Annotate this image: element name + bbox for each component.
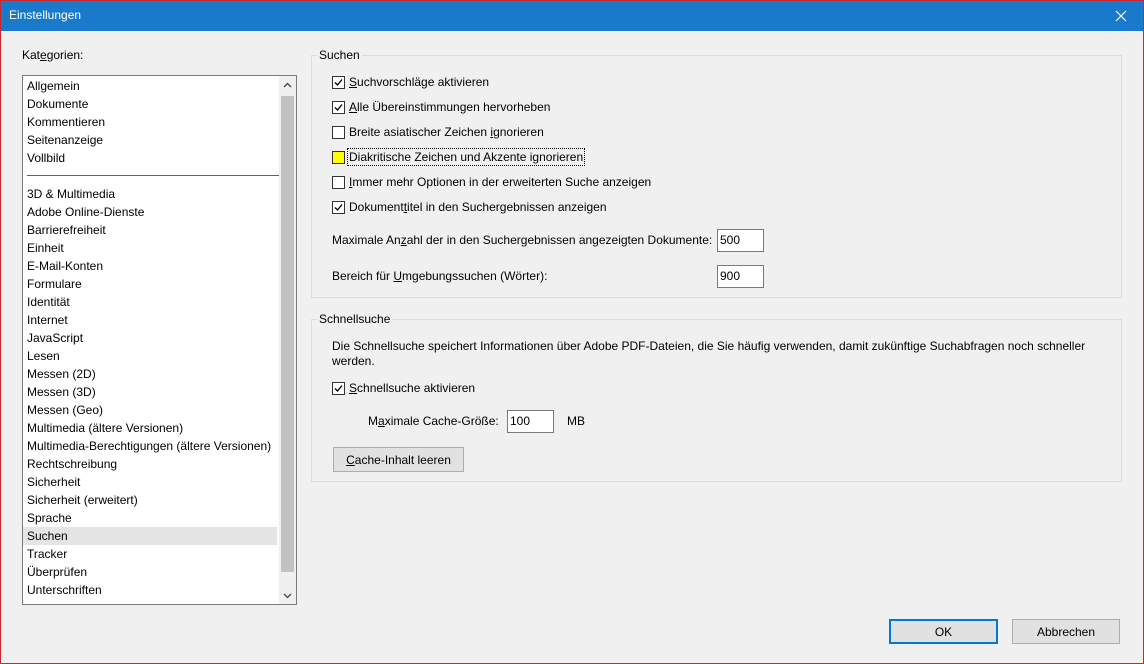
clear-cache-label: Cache-Inhalt leeren — [346, 452, 451, 467]
list-separator — [27, 175, 279, 176]
list-item[interactable]: Rechtschreibung — [27, 455, 277, 473]
checkbox-label: Dokumenttitel in den Suchergebnissen anz… — [349, 200, 607, 214]
list-scrollbar[interactable] — [279, 76, 296, 604]
list-item[interactable]: Sicherheit — [27, 473, 277, 491]
checkbox-ignore-asian-width[interactable]: Breite asiatischer Zeichen ignorieren — [332, 125, 544, 139]
scroll-thumb[interactable] — [281, 96, 294, 572]
list-item[interactable]: Einheit — [27, 239, 277, 257]
checkbox-more-options[interactable]: Immer mehr Optionen in der erweiterten S… — [332, 175, 651, 189]
list-item[interactable]: Lesen — [27, 347, 277, 365]
checkbox-box[interactable] — [332, 125, 345, 139]
list-item-selected[interactable]: Suchen — [23, 527, 277, 545]
max-docs-field[interactable]: 500 — [717, 229, 764, 252]
categories-list[interactable]: Allgemein Dokumente Kommentieren Seitena… — [22, 75, 297, 605]
cache-size-field[interactable]: 100 — [507, 410, 554, 433]
checkbox-box[interactable] — [332, 75, 345, 89]
checkbox-label: Suchvorschläge aktivieren — [349, 75, 490, 89]
clear-cache-button[interactable]: Cache-Inhalt leeren — [333, 447, 464, 472]
check-icon — [334, 384, 343, 392]
list-item[interactable]: Tracker — [27, 545, 277, 563]
list-item[interactable]: Dokumente — [27, 95, 277, 113]
ok-button[interactable]: OK — [889, 619, 998, 644]
list-item[interactable]: Kommentieren — [27, 113, 277, 131]
scroll-up-button[interactable] — [279, 76, 296, 93]
check-icon — [334, 103, 343, 111]
preferences-dialog: Einstellungen Kategorien: Allgemein Doku… — [0, 0, 1144, 664]
checkbox-ignore-diacritics[interactable]: Diakritische Zeichen und Akzente ignorie… — [332, 148, 586, 166]
list-item[interactable]: Überprüfen — [27, 563, 277, 581]
check-icon — [334, 203, 343, 211]
checkbox-show-doc-title[interactable]: Dokumenttitel in den Suchergebnissen anz… — [332, 200, 607, 214]
checkbox-search-suggestions[interactable]: Suchvorschläge aktivieren — [332, 75, 489, 89]
close-icon — [1115, 10, 1127, 22]
checkbox-box[interactable] — [332, 100, 345, 114]
checkbox-box[interactable] — [332, 150, 345, 164]
cache-size-label: Maximale Cache-Größe: — [368, 414, 499, 428]
checkbox-label: Alle Übereinstimmungen hervorheben — [349, 100, 551, 114]
list-item[interactable]: Internet — [27, 311, 277, 329]
checkbox-highlight-all[interactable]: Alle Übereinstimmungen hervorheben — [332, 100, 550, 114]
chevron-up-icon — [283, 82, 292, 87]
checkbox-box[interactable] — [332, 175, 345, 189]
title-bar: Einstellungen — [1, 1, 1143, 31]
list-item[interactable]: Sicherheit (erweitert) — [27, 491, 277, 509]
checkbox-label: Schnellsuche aktivieren — [349, 381, 476, 395]
list-item[interactable]: Messen (3D) — [27, 383, 277, 401]
checkbox-label: Immer mehr Optionen in der erweiterten S… — [349, 175, 652, 189]
list-item[interactable]: Messen (Geo) — [27, 401, 277, 419]
cancel-label: Abbrechen — [1036, 624, 1096, 639]
search-group-title: Suchen — [317, 48, 362, 62]
list-item[interactable]: E-Mail-Konten — [27, 257, 277, 275]
range-field[interactable]: 900 — [717, 265, 764, 288]
ok-label: OK — [934, 624, 953, 639]
list-item[interactable]: Multimedia-Berechtigungen (ältere Versio… — [27, 437, 277, 455]
list-item[interactable]: Messen (2D) — [27, 365, 277, 383]
quicksearch-description: Die Schnellsuche speichert Informationen… — [332, 339, 1086, 368]
chevron-down-icon — [283, 593, 292, 598]
max-docs-label: Maximale Anzahl der in den Suchergebniss… — [332, 233, 713, 247]
list-item[interactable]: 3D & Multimedia — [27, 185, 277, 203]
list-item[interactable]: Formulare — [27, 275, 277, 293]
list-item[interactable]: Multimedia (ältere Versionen) — [27, 419, 277, 437]
range-label: Bereich für Umgebungssuchen (Wörter): — [332, 269, 548, 283]
quicksearch-group-title: Schnellsuche — [317, 312, 393, 326]
list-item[interactable]: Seitenanzeige — [27, 131, 277, 149]
checkbox-label: Breite asiatischer Zeichen ignorieren — [349, 125, 544, 139]
checkbox-box[interactable] — [332, 381, 345, 395]
list-item[interactable]: Identität — [27, 293, 277, 311]
close-button[interactable] — [1099, 1, 1143, 31]
check-icon — [334, 78, 343, 86]
cancel-button[interactable]: Abbrechen — [1012, 619, 1120, 644]
categories-label: Kategorien: — [22, 48, 84, 62]
window-title: Einstellungen — [9, 8, 82, 22]
checkbox-box[interactable] — [332, 200, 345, 214]
list-item[interactable]: Unterschriften — [27, 581, 277, 599]
checkbox-quicksearch-enable[interactable]: Schnellsuche aktivieren — [332, 381, 475, 395]
list-item[interactable]: Vollbild — [27, 149, 277, 167]
checkbox-label: Diakritische Zeichen und Akzente ignorie… — [346, 148, 586, 166]
scroll-down-button[interactable] — [279, 587, 296, 604]
cache-unit: MB — [567, 414, 585, 428]
list-item[interactable]: JavaScript — [27, 329, 277, 347]
list-item[interactable]: Sprache — [27, 509, 277, 527]
list-item[interactable]: Allgemein — [27, 77, 277, 95]
list-item[interactable]: Adobe Online-Dienste — [27, 203, 277, 221]
list-item[interactable]: Barrierefreiheit — [27, 221, 277, 239]
